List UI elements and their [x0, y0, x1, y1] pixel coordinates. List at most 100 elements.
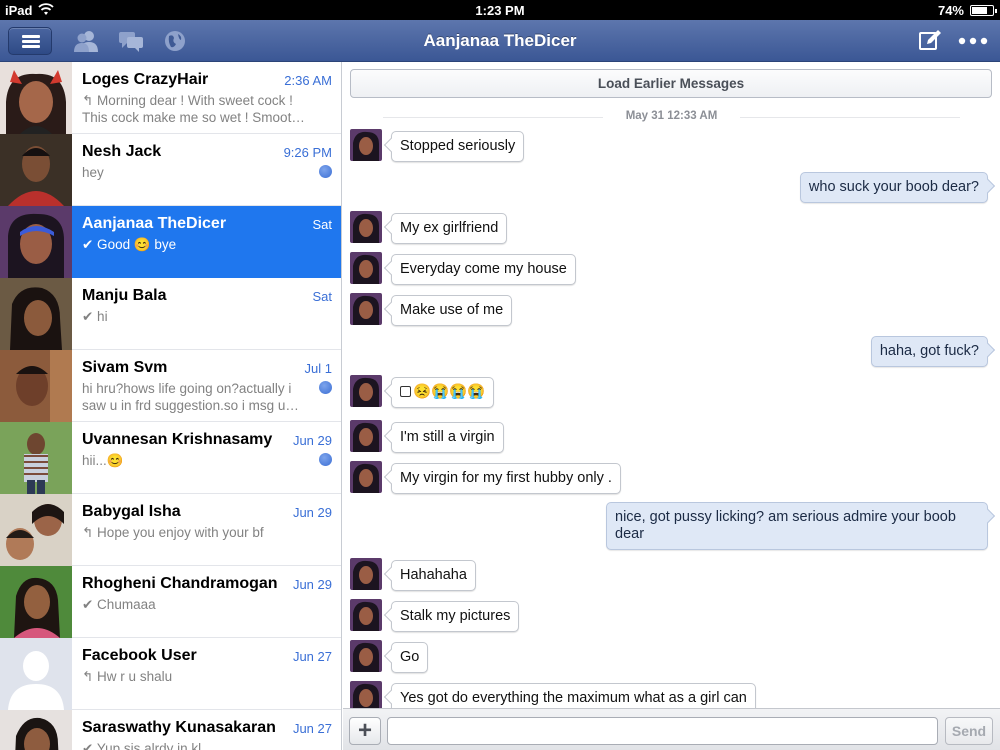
sender-avatar: [350, 461, 382, 493]
avatar: [0, 278, 72, 350]
conversation-row[interactable]: Manju Bala Sat ✔ hi: [0, 278, 341, 350]
conversation-row[interactable]: Rhogheni Chandramogan Jun 29 ✔ Chumaaa: [0, 566, 341, 638]
incoming-message: Yes got do everything the maximum what a…: [391, 683, 756, 708]
sender-avatar: [350, 375, 382, 407]
conversation-row-selected[interactable]: Aanjanaa TheDicer Sat ✔ Good 😊 bye: [0, 206, 341, 278]
friends-icon[interactable]: [72, 28, 100, 54]
conversation-date: Jun 27: [292, 721, 332, 736]
message-preview: hey: [82, 165, 104, 180]
incoming-message: I'm still a virgin: [391, 422, 504, 453]
conversation-date: Jun 27: [292, 649, 332, 664]
sender-avatar: [350, 129, 382, 161]
conversation-row[interactable]: Saraswathy Kunasakaran Jun 27 ✔ Yup sis …: [0, 710, 341, 750]
battery-icon: [970, 5, 997, 16]
load-earlier-button[interactable]: Load Earlier Messages: [350, 69, 992, 98]
conversation-row[interactable]: Loges CrazyHair 2:36 AM ↰ Morning dear !…: [0, 62, 341, 134]
conversation-date: Jun 29: [292, 433, 332, 448]
sender-avatar: [350, 640, 382, 672]
avatar: [0, 134, 72, 206]
conversation-date: Jun 29: [292, 577, 332, 592]
avatar: [0, 494, 72, 566]
nav-bar: Aanjanaa TheDicer: [0, 20, 1000, 62]
unread-indicator: [319, 453, 332, 466]
conversation-date: 9:26 PM: [283, 145, 332, 160]
contact-name: Saraswathy Kunasakaran: [82, 719, 276, 736]
incoming-message: Stalk my pictures: [391, 601, 520, 632]
missing-emoji-icon: [400, 386, 411, 397]
avatar: [0, 710, 72, 750]
chat-thread[interactable]: Load Earlier Messages May 31 12:33 AM St…: [343, 62, 1000, 708]
status-bar: iPad 1:23 PM 74%: [0, 0, 1000, 20]
conversation-row[interactable]: Sivam Svm Jul 1 hi hru?hows life going o…: [0, 350, 341, 422]
message-preview: ✔ Yup sis alrdy in kl: [82, 741, 202, 750]
avatar: [0, 62, 72, 134]
compose-icon[interactable]: [917, 29, 943, 53]
avatar: [0, 638, 72, 710]
contact-name: Facebook User: [82, 647, 197, 664]
avatar: [0, 206, 72, 278]
message-preview: ✔ Chumaaa: [82, 597, 156, 612]
unread-indicator: [319, 381, 332, 394]
message-preview: ✔ hi: [82, 309, 108, 324]
incoming-message: Go: [391, 642, 429, 673]
contact-name: Rhogheni Chandramogan: [82, 575, 278, 592]
message-preview: ↰ Hw r u shalu: [82, 669, 173, 684]
outgoing-message: who suck your boob dear?: [799, 172, 988, 203]
clock: 1:23 PM: [475, 3, 525, 18]
avatar: [0, 422, 72, 494]
message-composer: + Send: [343, 708, 1000, 750]
outgoing-message: nice, got pussy licking? am serious admi…: [606, 502, 988, 550]
contact-name: Babygal Isha: [82, 503, 181, 520]
avatar: [0, 566, 72, 638]
message-preview: hi hru?hows life going on?actually i saw…: [82, 381, 299, 413]
messages-icon[interactable]: [117, 28, 145, 54]
conversation-date: 2:36 AM: [284, 73, 332, 88]
contact-name: Sivam Svm: [82, 359, 168, 376]
sender-avatar: [350, 420, 382, 452]
more-icon[interactable]: [957, 29, 989, 53]
incoming-message: 😣😭😭😭: [391, 377, 495, 408]
sender-avatar: [350, 293, 382, 325]
conversation-date: Jul 1: [304, 361, 332, 376]
message-preview: hii...😊: [82, 453, 124, 468]
incoming-message: Stopped seriously: [391, 131, 525, 162]
conversation-date: Jun 29: [292, 505, 332, 520]
incoming-message: My ex girlfriend: [391, 213, 508, 244]
conversation-list[interactable]: Loges CrazyHair 2:36 AM ↰ Morning dear !…: [0, 62, 342, 750]
sender-avatar: [350, 681, 382, 708]
conversation-row[interactable]: Nesh Jack 9:26 PM hey: [0, 134, 341, 206]
message-preview: ✔ Good 😊 bye: [82, 237, 177, 252]
nav-title: Aanjanaa TheDicer: [423, 31, 577, 50]
outgoing-message: haha, got fuck?: [870, 336, 988, 367]
emoji-text: 😣😭😭😭: [413, 384, 486, 400]
conversation-date: Sat: [312, 289, 332, 304]
globe-icon[interactable]: [162, 28, 190, 54]
incoming-message: Everyday come my house: [391, 254, 576, 285]
battery-percent: 74%: [937, 3, 964, 18]
send-button[interactable]: Send: [945, 717, 993, 745]
sender-avatar: [350, 599, 382, 631]
conversation-row[interactable]: Facebook User Jun 27 ↰ Hw r u shalu: [0, 638, 341, 710]
sender-avatar: [350, 252, 382, 284]
incoming-message: Make use of me: [391, 295, 513, 326]
sender-avatar: [350, 211, 382, 243]
contact-name: Nesh Jack: [82, 143, 162, 160]
contact-name: Aanjanaa TheDicer: [82, 215, 227, 232]
contact-name: Manju Bala: [82, 287, 167, 304]
avatar: [0, 350, 72, 422]
sender-avatar: [350, 558, 382, 590]
conversation-row[interactable]: Babygal Isha Jun 29 ↰ Hope you enjoy wit…: [0, 494, 341, 566]
message-preview: ↰ Morning dear ! With sweet cock ! This …: [82, 93, 305, 125]
conversation-row[interactable]: Uvannesan Krishnasamy Jun 29 hii...😊: [0, 422, 341, 494]
incoming-message: My virgin for my first hubby only .: [391, 463, 621, 494]
contact-name: Uvannesan Krishnasamy: [82, 431, 273, 448]
add-attachment-button[interactable]: +: [349, 717, 381, 745]
message-preview: ↰ Hope you enjoy with your bf: [82, 525, 264, 540]
message-input[interactable]: [387, 717, 938, 745]
date-separator: May 31 12:33 AM: [343, 110, 1000, 122]
menu-button[interactable]: [8, 27, 52, 55]
contact-name: Loges CrazyHair: [82, 71, 209, 88]
incoming-message: Hahahaha: [391, 560, 476, 591]
unread-indicator: [319, 165, 332, 178]
conversation-date: Sat: [312, 217, 332, 232]
